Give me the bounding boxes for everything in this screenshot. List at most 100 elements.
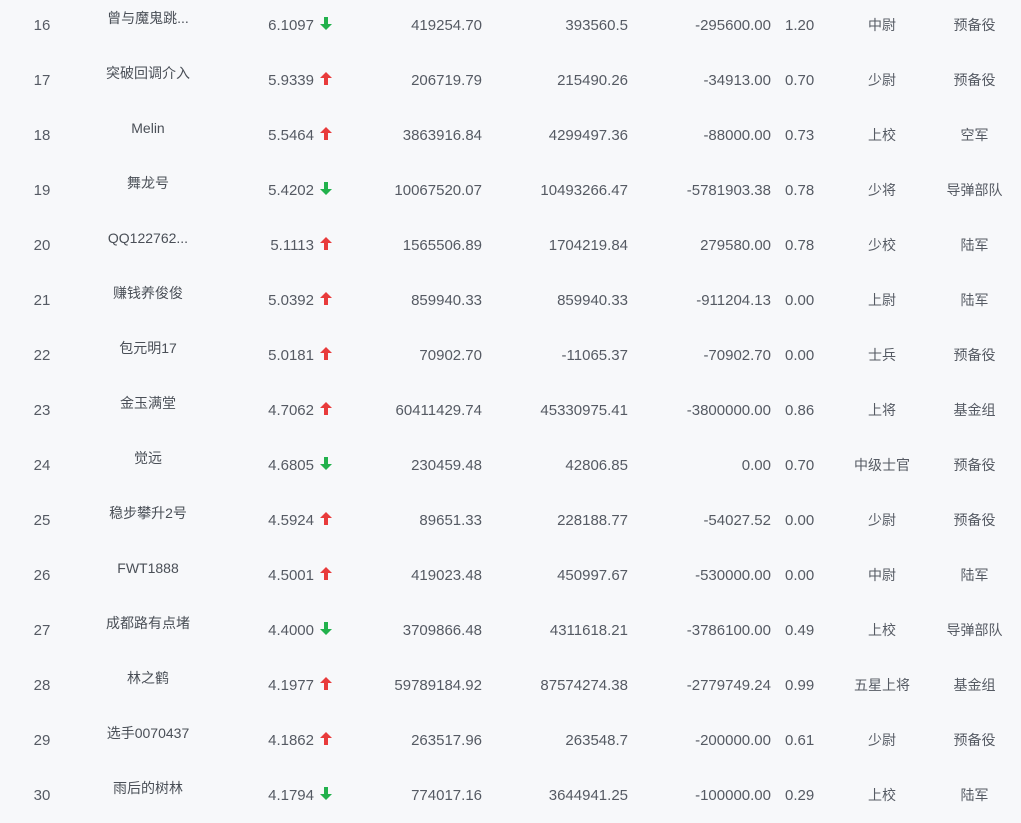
player-name[interactable]: 包元明17 bbox=[84, 328, 212, 383]
score-cell: 5.1113 bbox=[270, 237, 314, 254]
army-group-cell: 预备役 bbox=[953, 512, 996, 528]
army-group-cell: 空军 bbox=[960, 127, 989, 143]
score-cell: 5.9339 bbox=[268, 72, 314, 89]
position-ratio-cell: 0.78 bbox=[785, 237, 815, 254]
rank-cell: 26 bbox=[33, 567, 51, 584]
net-value-cell: 4311618.21 bbox=[549, 622, 628, 639]
position-ratio-cell: 0.86 bbox=[785, 402, 815, 419]
player-name[interactable]: 金玉满堂 bbox=[84, 383, 212, 438]
arrow-up-icon bbox=[320, 328, 340, 383]
rank-cell: 16 bbox=[33, 17, 51, 34]
table-row[interactable]: 20 QQ122762... 5.1113 1565506.89 1704219.84 2… bbox=[0, 218, 1021, 273]
position-ratio-cell: 0.61 bbox=[785, 732, 815, 749]
total-assets-cell: 89651.33 bbox=[419, 512, 482, 529]
military-rank-cell: 中级士官 bbox=[854, 457, 910, 473]
army-group-cell: 预备役 bbox=[953, 732, 996, 748]
net-value-cell: -11065.37 bbox=[561, 347, 628, 364]
position-ratio-cell: 0.00 bbox=[785, 512, 815, 529]
cash-flow-cell: -54027.52 bbox=[703, 512, 771, 529]
net-value-cell: 393560.5 bbox=[565, 17, 628, 34]
net-value-cell: 228188.77 bbox=[557, 512, 628, 529]
table-row[interactable]: 28 林之鹤 4.1977 59789184.92 87574274.38 -277974… bbox=[0, 658, 1021, 713]
arrow-up-icon bbox=[320, 658, 340, 713]
cash-flow-cell: -70902.70 bbox=[703, 347, 771, 364]
table-row[interactable]: 21 赚钱养俊俊 5.0392 859940.33 859940.33 -911204.1… bbox=[0, 273, 1021, 328]
army-group-cell: 预备役 bbox=[953, 347, 996, 363]
table-row[interactable]: 29 选手0070437 4.1862 263517.96 263548.7 -20000… bbox=[0, 713, 1021, 768]
arrow-up-icon bbox=[320, 53, 340, 108]
score-cell: 4.1862 bbox=[268, 732, 314, 749]
player-name[interactable]: 舞龙号 bbox=[84, 163, 212, 218]
player-name[interactable]: FWT1888 bbox=[84, 548, 212, 603]
table-row[interactable]: 18 Melin 5.5464 3863916.84 4299497.36 -88000.… bbox=[0, 108, 1021, 163]
army-group-cell: 导弹部队 bbox=[946, 622, 1003, 638]
table-row[interactable]: 25 稳步攀升2号 4.5924 89651.33 228188.77 -54027.52… bbox=[0, 493, 1021, 548]
player-name[interactable]: 觉远 bbox=[84, 438, 212, 493]
score-cell: 4.5924 bbox=[268, 512, 314, 529]
total-assets-cell: 1565506.89 bbox=[402, 237, 482, 254]
cash-flow-cell: -88000.00 bbox=[703, 127, 771, 144]
player-name[interactable]: 选手0070437 bbox=[84, 713, 212, 768]
total-assets-cell: 10067520.07 bbox=[394, 182, 482, 199]
table-row[interactable]: 16 曾与魔鬼跳... 6.1097 419254.70 393560.5 -295600… bbox=[0, 0, 1021, 53]
rank-cell: 21 bbox=[33, 292, 51, 309]
score-cell: 5.0392 bbox=[268, 292, 314, 309]
rank-cell: 27 bbox=[33, 622, 51, 639]
total-assets-cell: 3863916.84 bbox=[402, 127, 482, 144]
military-rank-cell: 上将 bbox=[868, 402, 896, 418]
table-row[interactable]: 17 突破回调介入 5.9339 206719.79 215490.26 -34913.0… bbox=[0, 53, 1021, 108]
military-rank-cell: 五星上将 bbox=[854, 677, 910, 693]
ranking-table: 16 曾与魔鬼跳... 6.1097 419254.70 393560.5 -295600… bbox=[0, 0, 1021, 815]
total-assets-cell: 60411429.74 bbox=[395, 402, 482, 419]
player-name[interactable]: 曾与魔鬼跳... bbox=[84, 0, 212, 53]
table-row[interactable]: 23 金玉满堂 4.7062 60411429.74 45330975.41 -38000… bbox=[0, 383, 1021, 438]
position-ratio-cell: 1.20 bbox=[785, 17, 815, 34]
rank-cell: 29 bbox=[33, 732, 51, 749]
army-group-cell: 陆军 bbox=[960, 237, 989, 253]
player-name[interactable]: QQ122762... bbox=[84, 218, 212, 273]
arrow-up-icon bbox=[320, 273, 340, 328]
table-row[interactable]: 26 FWT1888 4.5001 419023.48 450997.67 -530000… bbox=[0, 548, 1021, 603]
arrow-up-icon bbox=[320, 108, 340, 163]
score-cell: 5.5464 bbox=[268, 127, 314, 144]
total-assets-cell: 206719.79 bbox=[411, 72, 482, 89]
position-ratio-cell: 0.00 bbox=[785, 347, 815, 364]
cash-flow-cell: -3800000.00 bbox=[686, 402, 771, 419]
player-name[interactable]: Melin bbox=[84, 108, 212, 163]
table-row[interactable]: 27 成都路有点堵 4.4000 3709866.48 4311618.21 -37861… bbox=[0, 603, 1021, 658]
position-ratio-cell: 0.78 bbox=[785, 182, 815, 199]
position-ratio-cell: 0.00 bbox=[785, 292, 815, 309]
position-ratio-cell: 0.73 bbox=[785, 127, 815, 144]
player-name[interactable]: 稳步攀升2号 bbox=[84, 493, 212, 548]
player-name[interactable]: 突破回调介入 bbox=[84, 53, 212, 108]
army-group-cell: 预备役 bbox=[953, 17, 996, 33]
military-rank-cell: 上校 bbox=[868, 127, 896, 143]
player-name[interactable]: 成都路有点堵 bbox=[84, 603, 212, 658]
table-row[interactable]: 19 舞龙号 5.4202 10067520.07 10493266.47 -578190… bbox=[0, 163, 1021, 218]
net-value-cell: 87574274.38 bbox=[540, 677, 628, 694]
score-cell: 5.0181 bbox=[268, 347, 314, 364]
total-assets-cell: 3709866.48 bbox=[402, 622, 482, 639]
table-row[interactable]: 22 包元明17 5.0181 70902.70 -11065.37 -70902.70 0… bbox=[0, 328, 1021, 383]
position-ratio-cell: 0.49 bbox=[785, 622, 815, 639]
player-name[interactable]: 赚钱养俊俊 bbox=[84, 273, 212, 328]
military-rank-cell: 少尉 bbox=[868, 72, 896, 88]
cash-flow-cell: -3786100.00 bbox=[686, 622, 771, 639]
total-assets-cell: 70902.70 bbox=[419, 347, 482, 364]
rank-cell: 25 bbox=[33, 512, 51, 529]
total-assets-cell: 263517.96 bbox=[411, 732, 482, 749]
cash-flow-cell: 279580.00 bbox=[700, 237, 771, 254]
rank-cell: 22 bbox=[33, 347, 51, 364]
position-ratio-cell: 0.70 bbox=[785, 457, 815, 474]
arrow-up-icon bbox=[320, 713, 340, 768]
army-group-cell: 基金组 bbox=[953, 402, 996, 418]
score-cell: 5.4202 bbox=[268, 182, 314, 199]
score-cell: 4.5001 bbox=[268, 567, 314, 584]
net-value-cell: 263548.7 bbox=[565, 732, 628, 749]
rank-cell: 19 bbox=[33, 182, 51, 199]
player-name[interactable]: 林之鹤 bbox=[84, 658, 212, 713]
rank-cell: 23 bbox=[33, 402, 51, 419]
net-value-cell: 1704219.84 bbox=[548, 237, 628, 254]
table-row[interactable]: 24 觉远 4.6805 230459.48 42806.85 0.00 0.70 中级士官 预… bbox=[0, 438, 1021, 493]
total-assets-cell: 230459.48 bbox=[411, 457, 482, 474]
